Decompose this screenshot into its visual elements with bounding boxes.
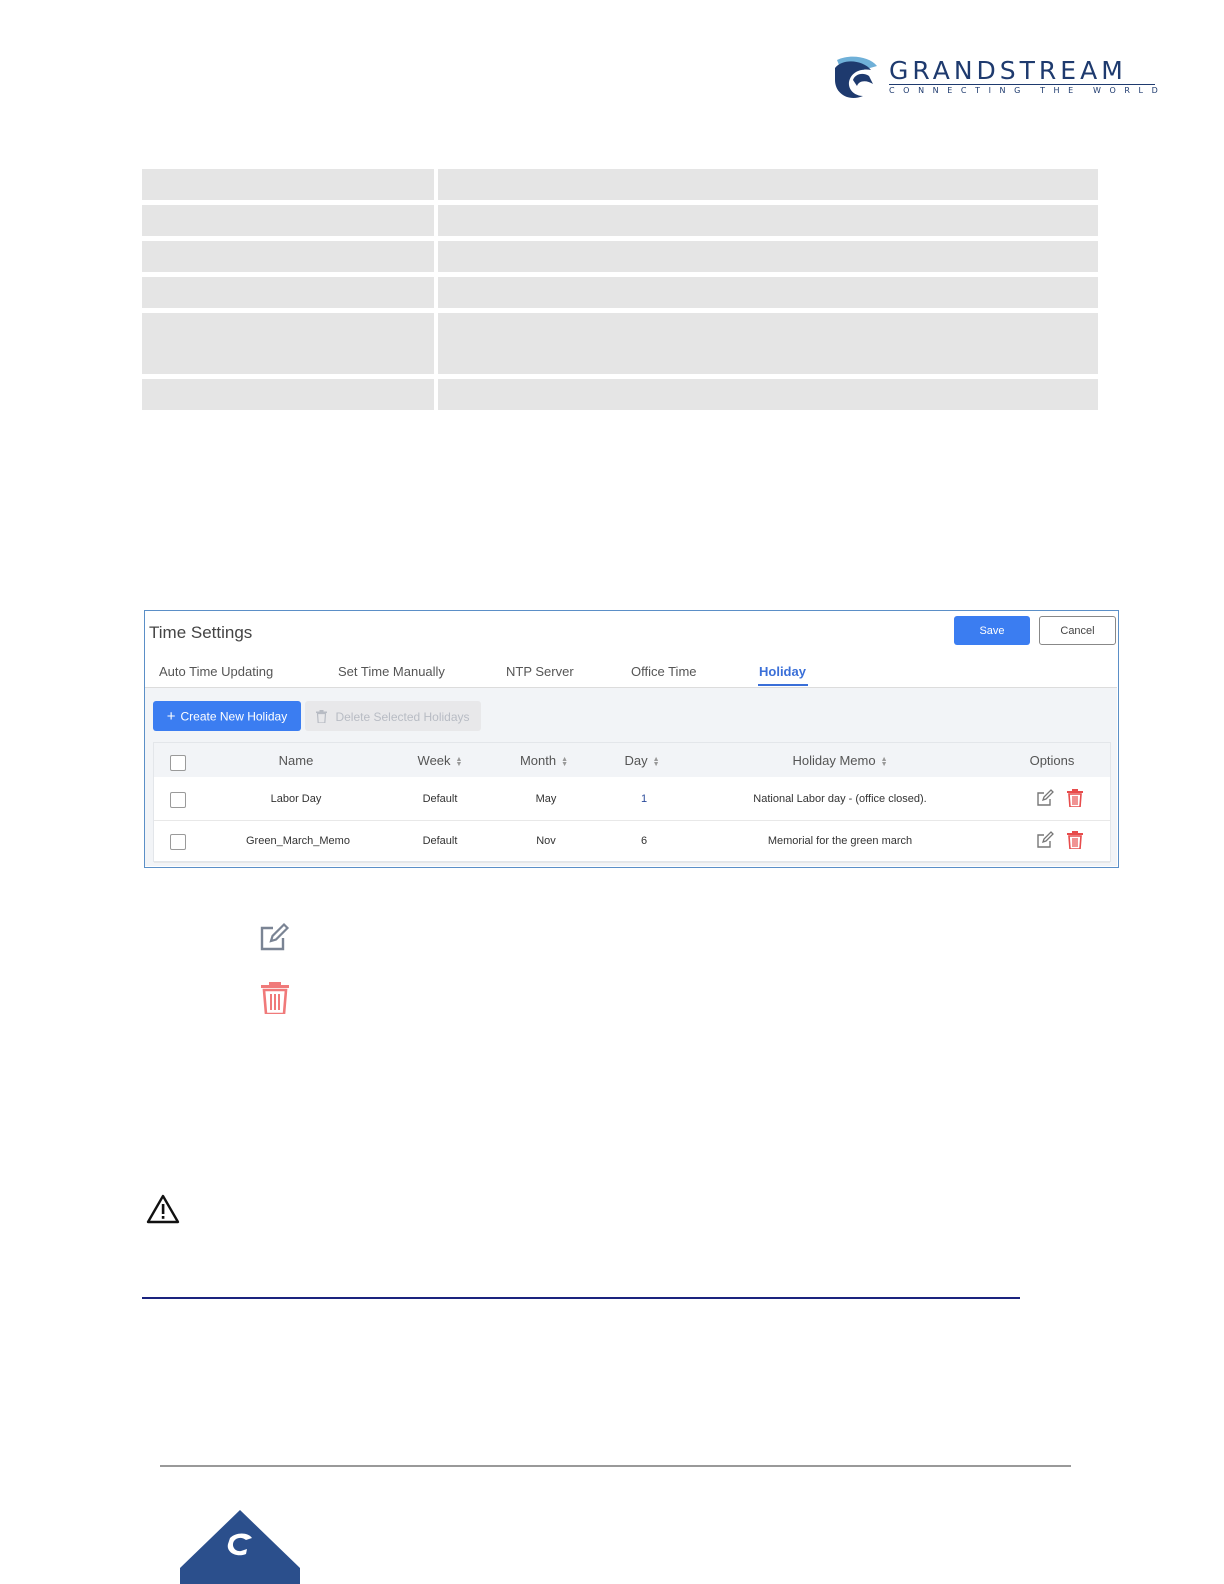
sort-icon: ▲ ▼ (455, 755, 463, 768)
row-checkbox[interactable] (170, 792, 186, 808)
delete-selected-holidays-button[interactable]: Delete Selected Holidays (305, 701, 481, 731)
trash-icon[interactable] (1067, 789, 1083, 807)
sort-icon: ▲ ▼ (880, 755, 888, 768)
tab-holiday[interactable]: Holiday (759, 664, 806, 679)
spec-row (142, 169, 1098, 200)
trash-icon[interactable] (1067, 831, 1083, 849)
select-all-checkbox[interactable] (170, 755, 186, 771)
cancel-button[interactable]: Cancel (1039, 616, 1116, 645)
spec-cell (438, 169, 1098, 200)
spec-cell (438, 379, 1098, 410)
spec-cell (142, 169, 434, 200)
logo-wordmark: GRANDSTREAM (889, 56, 1127, 85)
tab-bar: Auto Time Updating Set Time Manually NTP… (145, 659, 1117, 688)
tab-office-time[interactable]: Office Time (631, 664, 697, 679)
warning-icon (146, 1194, 180, 1224)
spec-table (142, 169, 1098, 415)
holiday-month: Nov (536, 835, 556, 847)
holiday-month: May (535, 793, 557, 805)
spec-row (142, 379, 1098, 410)
column-header-holiday-memo[interactable]: Holiday Memo ▲ ▼ (740, 753, 940, 768)
table-row: Green_March_Memo Default Nov 6 Memorial … (154, 821, 1110, 863)
holiday-name: Green_March_Memo (246, 835, 350, 847)
logo-tagline: CONNECTING THE WORLD (889, 86, 1167, 95)
spec-cell (142, 379, 434, 410)
trash-icon (316, 709, 328, 724)
section-divider (142, 1297, 1020, 1299)
spec-row (142, 277, 1098, 308)
sort-icon: ▲ ▼ (652, 755, 660, 768)
spec-cell (142, 313, 434, 374)
tab-ntp-server[interactable]: NTP Server (506, 664, 574, 679)
spec-cell (142, 205, 434, 236)
table-row: Labor Day Default May 1 National Labor d… (154, 779, 1110, 821)
grandstream-footer-logo-icon (180, 1510, 300, 1584)
holiday-day: 6 (640, 835, 648, 847)
footer-divider (160, 1465, 1071, 1467)
delete-selected-label: Delete Selected Holidays (335, 709, 470, 724)
edit-icon[interactable] (1036, 789, 1054, 807)
spec-cell (438, 313, 1098, 374)
holiday-week: Default (422, 793, 458, 805)
logo-rule (889, 84, 1155, 85)
holiday-week: Default (422, 835, 458, 847)
tab-set-time-manually[interactable]: Set Time Manually (338, 664, 445, 679)
plus-icon: + (166, 707, 176, 725)
table-header: Name Week ▲ ▼ Month ▲ ▼ Day ▲ ▼ Holiday Memo ▲ ▼… (154, 743, 1110, 777)
holiday-table: Name Week ▲ ▼ Month ▲ ▼ Day ▲ ▼ Holiday Memo ▲ ▼… (153, 742, 1111, 863)
spec-cell (142, 277, 434, 308)
spec-cell (142, 241, 434, 272)
spec-cell (438, 241, 1098, 272)
column-header-month[interactable]: Month ▲ ▼ (494, 753, 594, 768)
holiday-panel: + Create New Holiday Delete Selected Holi… (145, 688, 1117, 866)
tab-auto-time-updating[interactable]: Auto Time Updating (159, 664, 273, 679)
holiday-day: 1 (640, 793, 648, 805)
spec-cell (438, 205, 1098, 236)
grandstream-logo-icon (835, 56, 877, 99)
active-tab-indicator (758, 684, 808, 686)
page-title: Time Settings (149, 623, 253, 642)
spec-row (142, 313, 1098, 374)
create-label: Create New Holiday (180, 709, 288, 723)
time-settings-panel: Time Settings Save Cancel Auto Time Upda… (144, 610, 1119, 868)
spec-row (142, 241, 1098, 272)
spec-row (142, 205, 1098, 236)
column-header-options: Options (1029, 753, 1075, 768)
holiday-memo: Memorial for the green march (767, 835, 913, 847)
column-header-name[interactable]: Name (246, 753, 346, 768)
holiday-name: Labor Day (270, 793, 322, 805)
grandstream-logo: GRANDSTREAM CONNECTING THE WORLD (833, 54, 1163, 100)
sort-icon: ▲ ▼ (561, 755, 569, 768)
row-checkbox[interactable] (170, 834, 186, 850)
edit-icon (260, 922, 290, 951)
holiday-memo: National Labor day - (office closed). (753, 793, 927, 805)
trash-icon (261, 982, 289, 1014)
save-button[interactable]: Save (954, 616, 1030, 645)
spec-cell (438, 277, 1098, 308)
edit-icon[interactable] (1036, 831, 1054, 849)
column-header-day[interactable]: Day ▲ ▼ (592, 753, 692, 768)
create-new-holiday-button[interactable]: + Create New Holiday (153, 701, 301, 731)
column-header-week[interactable]: Week ▲ ▼ (390, 753, 490, 768)
